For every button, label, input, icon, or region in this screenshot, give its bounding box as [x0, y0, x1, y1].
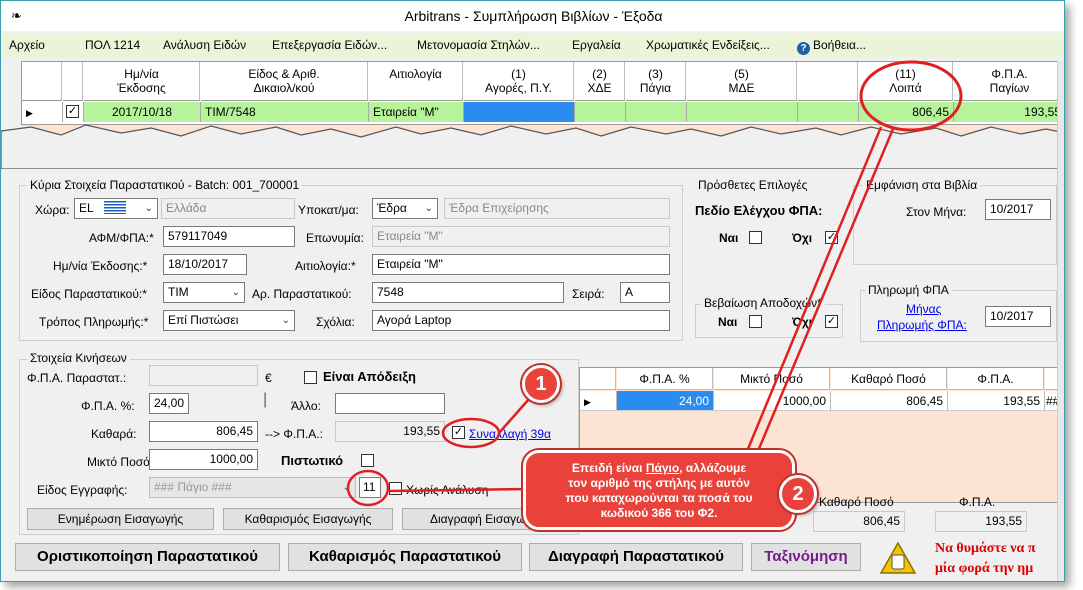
callout-line-1: Επειδή είναι Πάγιο, αλλάζουμε — [526, 461, 792, 476]
callout-line-4: κωδικού 366 του Φ2. — [600, 506, 718, 520]
callout-text-b: Πάγιο — [645, 461, 680, 475]
annotation-badge-2: 2 — [779, 475, 817, 513]
annotation-badge-1: 1 — [522, 365, 560, 403]
callout-line-2: τον αριθμό της στήλης με αυτόν — [568, 476, 750, 490]
main-window: ❧ Arbitrans - Συμπλήρωση Βιβλίων - Έξοδα… — [0, 0, 1065, 582]
callout-line-3: που καταχωρούνται τα ποσά του — [565, 491, 753, 505]
callout-text-c: , αλλάζουμε — [679, 461, 747, 475]
callout-text-a: Επειδή είναι — [571, 461, 646, 475]
annotation-callout: Επειδή είναι Πάγιο, αλλάζουμε τον αριθμό… — [521, 448, 797, 532]
